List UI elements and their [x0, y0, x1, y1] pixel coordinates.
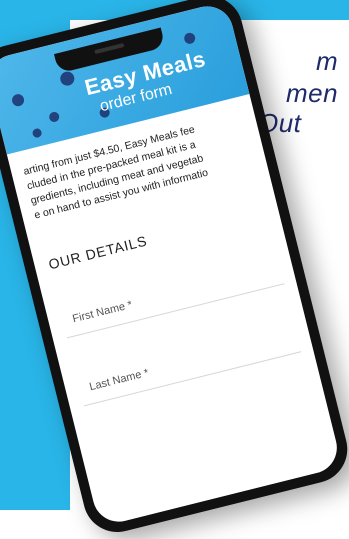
blueberry-icon: [31, 127, 43, 139]
background-text-line-1: m: [316, 46, 339, 76]
blueberry-icon: [48, 110, 61, 124]
blueberry-icon: [10, 92, 26, 108]
section-title-your-details: OUR DETAILS: [46, 232, 149, 273]
first-name-label: First Name *: [71, 298, 134, 326]
blueberry-icon: [58, 70, 76, 88]
blueberry-icon: [183, 31, 197, 46]
speaker-icon: [94, 43, 125, 55]
last-name-label: Last Name *: [88, 366, 150, 394]
background-text-line-2: men: [286, 78, 339, 108]
